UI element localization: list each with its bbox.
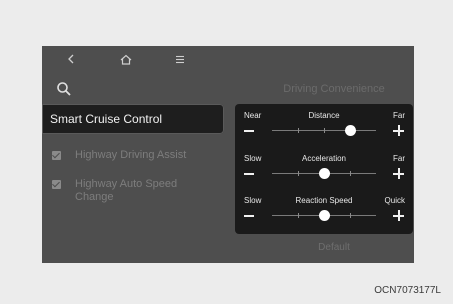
infotainment-screen: Driving Convenience Smart Cruise Control… xyxy=(42,46,414,263)
option-label: Highway Auto Speed Change xyxy=(75,178,178,203)
acceleration-setting: Slow Acceleration Far xyxy=(235,151,413,191)
slider-tick xyxy=(350,171,351,176)
settings-panel: Near Distance Far Slow Acceleration Far … xyxy=(235,104,413,234)
acceleration-decrease-button[interactable] xyxy=(244,173,254,175)
reaction-decrease-button[interactable] xyxy=(244,215,254,217)
hamburger-menu-icon[interactable] xyxy=(173,52,187,66)
figure-code: OCN7073177L xyxy=(374,285,441,296)
option-label: Highway Driving Assist xyxy=(75,149,187,161)
page-title: Driving Convenience xyxy=(283,83,385,95)
checkbox[interactable] xyxy=(52,151,61,160)
slider-tick xyxy=(298,128,299,133)
chevron-left-icon[interactable] xyxy=(64,52,78,66)
reaction-speed-slider[interactable] xyxy=(272,210,376,221)
slider-knob[interactable] xyxy=(318,168,330,179)
sidebar-item-smart-cruise-control[interactable]: Smart Cruise Control xyxy=(42,104,224,134)
option-highway-driving-assist[interactable]: Highway Driving Assist xyxy=(52,149,205,162)
distance-label: Distance xyxy=(308,111,340,120)
search-icon[interactable] xyxy=(56,81,72,97)
distance-slider[interactable] xyxy=(272,125,376,136)
reaction-speed-setting: Slow Reaction Speed Quick xyxy=(235,193,413,233)
acceleration-max-label: Far xyxy=(393,154,405,163)
sidebar-item-label: Smart Cruise Control xyxy=(50,112,163,126)
distance-increase-button[interactable] xyxy=(393,125,404,136)
slider-knob[interactable] xyxy=(344,125,356,136)
home-icon[interactable] xyxy=(118,52,134,66)
slider-tick xyxy=(324,128,325,133)
slider-knob[interactable] xyxy=(318,210,330,221)
checkbox[interactable] xyxy=(52,180,61,189)
default-button[interactable]: Default xyxy=(274,242,394,253)
acceleration-label: Acceleration xyxy=(301,154,347,163)
distance-max-label: Far xyxy=(393,111,405,120)
reaction-max-label: Quick xyxy=(384,196,405,205)
acceleration-increase-button[interactable] xyxy=(393,168,404,179)
distance-decrease-button[interactable] xyxy=(244,130,254,132)
distance-setting: Near Distance Far xyxy=(235,108,413,148)
option-highway-auto-speed-change[interactable]: Highway Auto Speed Change xyxy=(52,178,205,204)
acceleration-slider[interactable] xyxy=(272,168,376,179)
slider-tick xyxy=(350,213,351,218)
slider-tick xyxy=(298,171,299,176)
slider-tick xyxy=(298,213,299,218)
reaction-increase-button[interactable] xyxy=(393,210,404,221)
